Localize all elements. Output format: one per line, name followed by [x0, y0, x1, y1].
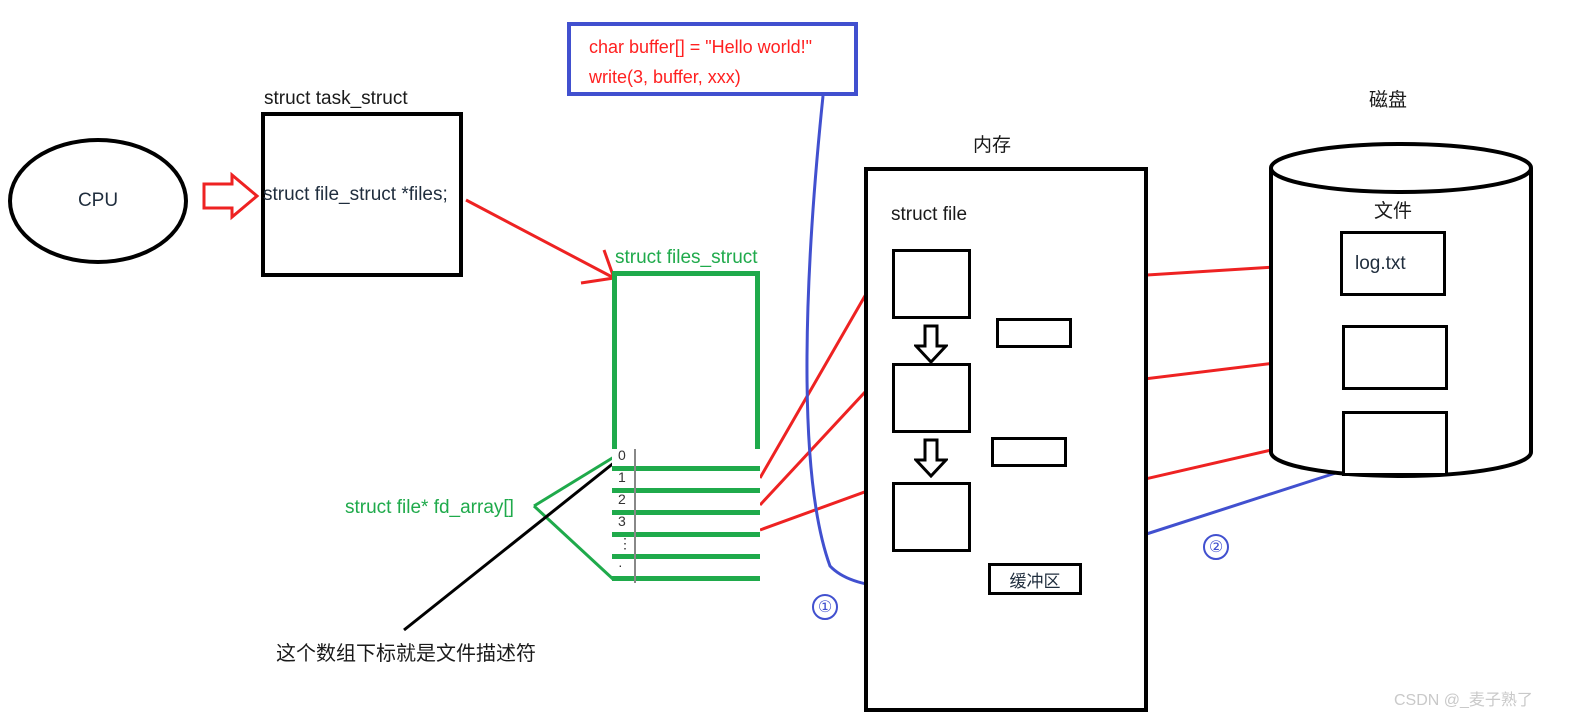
struct-file-object [892, 482, 971, 552]
buffer-box: 缓冲区 [988, 563, 1082, 595]
code-line-2: write(3, buffer, xxx) [589, 67, 741, 87]
cpu-label: CPU [77, 190, 119, 211]
step-marker-1: ① [812, 594, 838, 620]
memory-title: 内存 [973, 134, 1012, 156]
task-struct-field-label: struct file_struct *files; [263, 184, 448, 205]
fd-array-row [612, 581, 760, 603]
fd-index-label: 1 [618, 469, 626, 485]
code-snippet-box: char buffer[] = "Hello world!" write(3, … [567, 22, 858, 96]
task-struct-title: struct task_struct [264, 88, 408, 109]
buffer-label: 缓冲区 [1009, 571, 1061, 592]
step-marker-2: ② [1203, 534, 1229, 560]
fd-note-pointer [403, 456, 621, 632]
fd-array-index-divider [634, 449, 636, 583]
disk-file-name: log.txt [1355, 252, 1406, 274]
code-line-1: char buffer[] = "Hello world!" [589, 37, 813, 57]
fd-array-pointer-upper [533, 455, 615, 508]
disk-file-box [1342, 325, 1448, 390]
step-marker-1-label: ① [817, 599, 833, 616]
files-struct-title: struct files_struct [615, 247, 758, 268]
file-attribute-box [991, 437, 1067, 467]
disk-files-label: 文件 [1374, 200, 1413, 222]
down-arrow-icon [914, 438, 948, 478]
fd-index-label: 3 [618, 513, 626, 529]
csdn-watermark: CSDN @_麦子熟了 [1394, 692, 1533, 709]
struct-file-label: struct file [891, 204, 968, 225]
disk-file-box: log.txt [1340, 231, 1446, 296]
fd-index-label: · [618, 557, 623, 573]
disk-file-box [1342, 411, 1448, 476]
disk-title: 磁盘 [1369, 89, 1408, 111]
fd-index-label: 0 [618, 447, 626, 463]
diagram-canvas: CPU struct task_struct struct file_struc… [0, 0, 1586, 723]
task-to-files-line [465, 198, 615, 280]
fd-index-label: 2 [618, 491, 626, 507]
struct-file-object [892, 249, 971, 319]
fd-array-pointer-lower [532, 504, 616, 582]
down-arrow-icon [914, 324, 948, 364]
cpu-to-task-arrow [202, 171, 260, 221]
cpu-node: CPU [8, 138, 188, 264]
task-to-files-arrowhead-b [580, 276, 615, 285]
file-attribute-box [996, 318, 1072, 348]
fd-array-note: 这个数组下标就是文件描述符 [276, 641, 536, 665]
fd-array-label: struct file* fd_array[] [345, 497, 514, 518]
fd-index-label: ⋮ [618, 535, 632, 551]
struct-file-object [892, 363, 971, 433]
step-marker-2-label: ② [1208, 539, 1224, 556]
